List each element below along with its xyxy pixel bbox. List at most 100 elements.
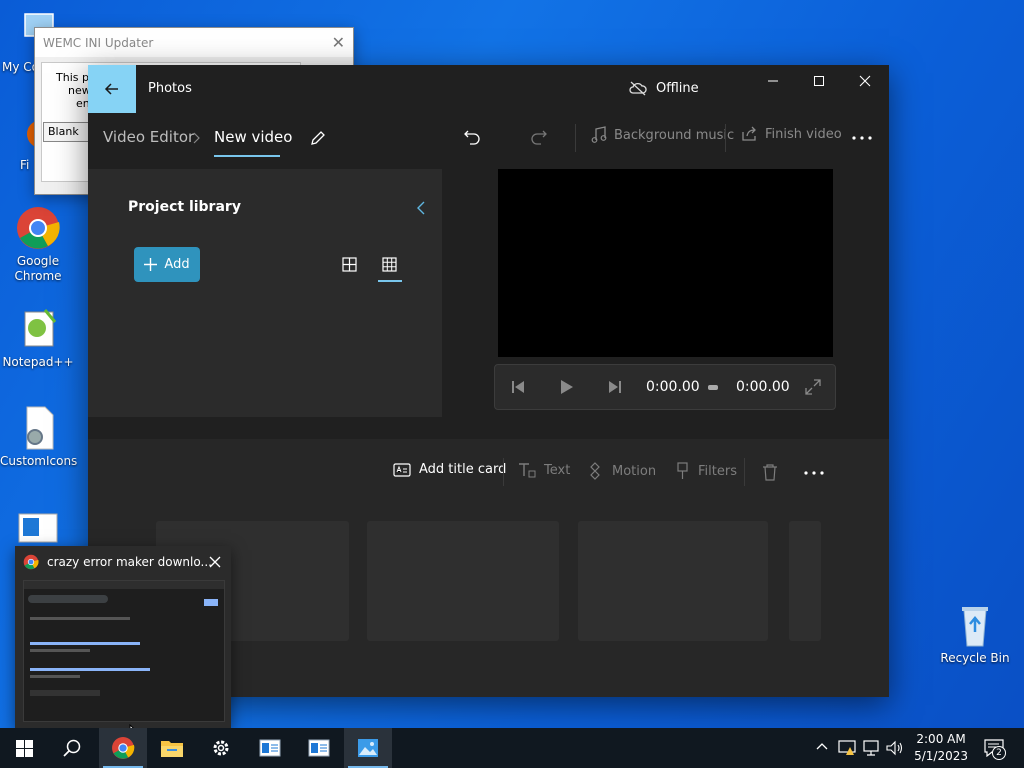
thumbnail-title: crazy error maker downlo... bbox=[47, 555, 212, 569]
taskbar-app-window-1[interactable] bbox=[246, 728, 294, 768]
desktop-icon-google-chrome[interactable]: Google Chrome bbox=[0, 205, 76, 284]
add-label: Add bbox=[164, 257, 190, 272]
taskbar-app-window-2[interactable] bbox=[295, 728, 343, 768]
storyboard-slot[interactable] bbox=[578, 521, 768, 641]
thumbnail-preview-image bbox=[23, 580, 225, 722]
storyboard-slot[interactable] bbox=[789, 521, 821, 641]
folder-icon bbox=[161, 741, 183, 757]
window-app-icon bbox=[259, 739, 281, 757]
offline-status[interactable]: Offline bbox=[628, 80, 699, 96]
windows-logo-icon bbox=[15, 739, 33, 757]
desktop-icon-label: CustomIcons bbox=[0, 454, 78, 468]
skip-back-icon[interactable] bbox=[511, 380, 525, 394]
toolbar-separator bbox=[503, 458, 504, 486]
finish-video-label: Finish video bbox=[765, 126, 842, 142]
cloud-offline-icon bbox=[629, 81, 647, 96]
plus-icon bbox=[144, 258, 158, 271]
chrome-icon bbox=[23, 554, 39, 570]
add-title-card-label: Add title card bbox=[419, 462, 507, 477]
minimize-button[interactable] bbox=[750, 65, 796, 97]
offline-label: Offline bbox=[656, 80, 699, 96]
small-grid-view-icon[interactable] bbox=[382, 257, 397, 272]
taskbar-photos[interactable] bbox=[344, 728, 392, 768]
large-grid-view-icon[interactable] bbox=[342, 257, 357, 272]
desktop-icon-customicons[interactable]: CustomIcons bbox=[0, 405, 78, 469]
skip-forward-icon[interactable] bbox=[608, 380, 622, 394]
background-music-button[interactable]: Background music bbox=[591, 126, 734, 144]
chevron-up-icon[interactable] bbox=[816, 742, 828, 750]
maximize-icon bbox=[814, 76, 824, 86]
close-button[interactable] bbox=[842, 65, 888, 97]
filters-tool-label: Filters bbox=[698, 463, 737, 479]
filter-icon bbox=[677, 462, 688, 479]
pencil-icon[interactable] bbox=[309, 129, 327, 147]
editor-toolbar: Video Editor New video Background music … bbox=[88, 113, 889, 163]
desktop-icon-label: Recycle Bin bbox=[940, 651, 1010, 665]
breadcrumb-underline bbox=[214, 155, 280, 157]
photos-titlebar[interactable]: Photos Offline bbox=[88, 65, 889, 113]
minimize-icon bbox=[768, 80, 778, 82]
desktop-icon-notepad-plus-plus[interactable]: Notepad++ bbox=[0, 306, 76, 370]
add-button[interactable]: Add bbox=[134, 247, 200, 282]
desktop-icon-label: Notepad++ bbox=[2, 355, 74, 369]
video-preview[interactable] bbox=[498, 169, 833, 357]
maximize-button[interactable] bbox=[796, 65, 842, 97]
project-library-title: Project library bbox=[128, 199, 241, 215]
chrome-taskbar-thumbnail[interactable]: crazy error maker downlo... bbox=[15, 546, 231, 728]
notification-count-badge: 2 bbox=[992, 746, 1006, 760]
motion-tool-button[interactable]: Motion bbox=[586, 462, 656, 480]
window-app-icon bbox=[308, 739, 330, 757]
project-library-panel: Project library Add bbox=[88, 169, 442, 417]
search-icon bbox=[63, 739, 81, 757]
start-button[interactable] bbox=[0, 728, 48, 768]
finish-video-button[interactable]: Finish video bbox=[741, 126, 842, 142]
collapse-chevron-left-icon[interactable] bbox=[416, 201, 426, 215]
clock-date: 5/1/2023 bbox=[914, 749, 968, 763]
close-icon bbox=[859, 75, 871, 87]
add-title-card-button[interactable]: Add title card bbox=[393, 462, 506, 477]
desktop-icon-recycle-bin[interactable]: Recycle Bin bbox=[937, 602, 1013, 666]
more-options-icon[interactable] bbox=[851, 135, 873, 141]
undo-icon[interactable] bbox=[463, 128, 481, 146]
clock-time: 2:00 AM bbox=[916, 732, 966, 746]
action-center-button[interactable]: 2 bbox=[978, 728, 1018, 768]
taskbar: 2:00 AM 5/1/2023 2 bbox=[0, 728, 1024, 768]
close-icon[interactable] bbox=[209, 556, 221, 568]
close-icon[interactable]: ✕ bbox=[332, 33, 345, 52]
volume-icon[interactable] bbox=[886, 740, 904, 756]
security-warning-icon[interactable] bbox=[838, 740, 856, 756]
network-icon[interactable] bbox=[862, 740, 880, 756]
playback-controls: 0:00.00 0:00.00 bbox=[494, 364, 836, 410]
text-tool-label: Text bbox=[544, 462, 571, 478]
wemc-titlebar[interactable]: WEMC INI Updater ✕ bbox=[35, 28, 353, 57]
chrome-icon bbox=[15, 205, 61, 251]
taskbar-chrome[interactable] bbox=[99, 728, 147, 768]
toolbar-separator bbox=[744, 458, 745, 486]
wemc-window-title: WEMC INI Updater bbox=[43, 35, 154, 50]
search-button[interactable] bbox=[48, 728, 96, 768]
more-options-icon[interactable] bbox=[803, 470, 825, 476]
expand-fullscreen-icon[interactable] bbox=[805, 379, 821, 395]
storyboard-slot[interactable] bbox=[367, 521, 559, 641]
background-music-label: Background music bbox=[614, 127, 735, 143]
photos-app-icon bbox=[358, 739, 378, 757]
breadcrumb-new-video[interactable]: New video bbox=[214, 128, 292, 146]
desktop-icon-label: Google Chrome bbox=[14, 254, 62, 283]
text-tool-button[interactable]: Text bbox=[518, 462, 570, 478]
breadcrumb-video-editor[interactable]: Video Editor bbox=[103, 128, 194, 146]
system-clock[interactable]: 2:00 AM 5/1/2023 bbox=[914, 731, 968, 765]
arrow-left-icon bbox=[104, 83, 118, 95]
trash-icon[interactable] bbox=[762, 464, 778, 481]
taskbar-settings[interactable] bbox=[197, 728, 245, 768]
total-time: 0:00.00 bbox=[736, 379, 790, 395]
filters-tool-button[interactable]: Filters bbox=[676, 462, 737, 480]
taskbar-file-explorer[interactable] bbox=[148, 728, 196, 768]
seek-slider[interactable] bbox=[708, 385, 718, 390]
redo-icon[interactable] bbox=[530, 128, 548, 146]
desktop-icon-label: Fi bbox=[20, 158, 30, 172]
play-icon[interactable] bbox=[560, 379, 574, 395]
back-button[interactable] bbox=[88, 65, 136, 113]
chrome-icon bbox=[112, 737, 135, 759]
current-time: 0:00.00 bbox=[646, 379, 700, 395]
share-export-icon bbox=[742, 126, 756, 141]
